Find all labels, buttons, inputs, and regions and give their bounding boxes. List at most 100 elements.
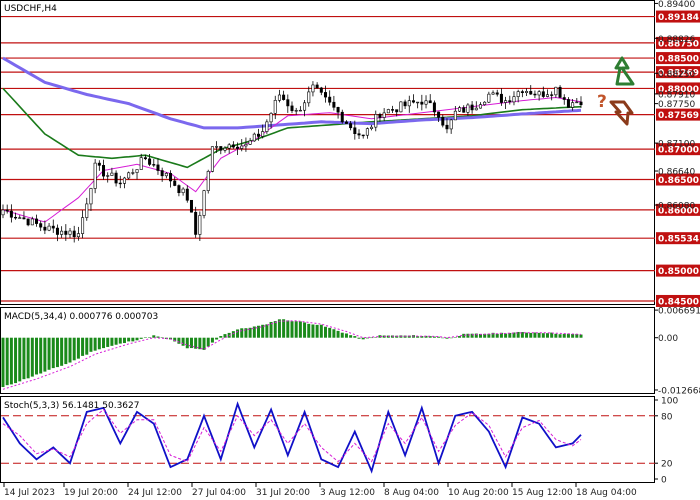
candle-body xyxy=(261,131,265,137)
macd-bar xyxy=(198,337,202,350)
candle-body xyxy=(156,164,160,171)
candle-body xyxy=(353,127,357,135)
time-tick-label: 15 Aug 12:00 xyxy=(512,488,573,498)
candle-body xyxy=(30,218,34,226)
candle-body xyxy=(336,107,340,113)
candle-body xyxy=(382,112,386,118)
candle-body xyxy=(35,218,39,224)
candle-body xyxy=(85,203,89,218)
candle-body xyxy=(529,91,533,95)
candle-body xyxy=(223,147,227,151)
candle-body xyxy=(198,215,202,235)
candle-body xyxy=(407,100,411,107)
price-tick-label: 0.86080 xyxy=(658,202,695,212)
macd-bar xyxy=(72,337,76,361)
price-tick-label: 0.88250 xyxy=(658,70,695,80)
candle-body xyxy=(340,111,344,123)
macd-tick-label: 0.006691 xyxy=(658,307,700,317)
macd-bar xyxy=(562,333,566,338)
candle-body xyxy=(303,102,307,111)
time-tick-label: 24 Jul 12:00 xyxy=(128,488,182,498)
candle-body xyxy=(550,94,554,96)
candle-body xyxy=(416,101,420,104)
candle-body xyxy=(152,164,156,166)
macd-bar xyxy=(495,333,499,338)
candle-body xyxy=(231,144,235,148)
price-axis: 0.891840.887500.885000.882690.880000.875… xyxy=(655,0,700,307)
candle-body xyxy=(5,209,9,212)
macd-bar xyxy=(307,323,311,338)
candle-body xyxy=(579,101,583,106)
candle-body xyxy=(215,146,219,148)
candle-body xyxy=(307,91,311,104)
candle-body xyxy=(51,225,55,229)
candle-body xyxy=(495,92,499,95)
candle-body xyxy=(449,119,453,130)
candle-body xyxy=(219,146,223,151)
macd-bar xyxy=(18,337,22,382)
candle-body xyxy=(60,230,64,235)
candle-body xyxy=(349,123,353,129)
macd-bar xyxy=(206,337,210,347)
candle-body xyxy=(18,217,22,219)
macd-bar xyxy=(30,337,34,377)
macd-bar xyxy=(344,333,348,338)
macd-bar xyxy=(277,319,281,338)
macd-bar xyxy=(189,337,193,349)
candle-body xyxy=(89,188,93,205)
macd-bar xyxy=(210,337,214,343)
stoch-lines xyxy=(2,401,582,474)
stoch-level-lines xyxy=(1,415,655,464)
macd-bar xyxy=(458,336,462,338)
macd-bar xyxy=(303,322,307,338)
candle-body xyxy=(131,172,135,174)
candle-body xyxy=(148,158,152,165)
macd-bar xyxy=(525,332,529,338)
candle-body xyxy=(332,101,336,108)
candle-body xyxy=(256,133,260,137)
macd-bar xyxy=(122,337,126,344)
candle-body xyxy=(93,162,97,189)
usdchf-chart: 0.891840.887500.885000.882690.880000.875… xyxy=(0,0,700,498)
time-tick-label: 27 Jul 04:00 xyxy=(192,488,246,498)
candle-body xyxy=(294,110,298,112)
macd-bar xyxy=(294,321,298,338)
price-panel-border xyxy=(0,0,655,305)
candle-body xyxy=(269,113,273,123)
macd-bar xyxy=(370,337,374,339)
price-tick-label: 0.87910 xyxy=(658,90,695,100)
macd-bar xyxy=(357,337,361,339)
macd-bar xyxy=(537,332,541,338)
candle-body xyxy=(97,162,101,166)
candle-body xyxy=(545,94,549,97)
candle-body xyxy=(571,102,575,108)
candle-body xyxy=(428,100,432,104)
candle-body xyxy=(76,233,80,238)
candle-body xyxy=(391,109,395,111)
candle-body xyxy=(395,109,399,113)
candle-body xyxy=(370,126,374,129)
candle-body xyxy=(315,84,319,89)
candle-body xyxy=(562,97,566,100)
candle-body xyxy=(344,121,348,124)
candle-body xyxy=(298,109,302,112)
level-label: 0.85534 xyxy=(658,235,699,245)
stoch-axis: 100 80 20 0 xyxy=(655,397,678,486)
level-label: 0.85000 xyxy=(658,267,699,277)
price-tick-label: 0.86640 xyxy=(658,168,695,178)
candle-body xyxy=(286,99,290,107)
candle-body xyxy=(466,104,470,113)
price-tick-label: 0.88826 xyxy=(658,35,695,45)
candle-body xyxy=(202,190,206,216)
candle-body xyxy=(319,87,323,93)
macd-bar xyxy=(35,337,39,375)
macd-bar xyxy=(311,324,315,338)
macd-bar xyxy=(110,337,114,346)
candle-body xyxy=(39,223,43,228)
macd-bar xyxy=(131,337,135,342)
candle-body xyxy=(554,86,558,96)
candle-body xyxy=(206,171,210,191)
macd-bar xyxy=(236,329,240,338)
price-tick-label: 0.89400 xyxy=(658,0,695,10)
macd-bar xyxy=(89,337,93,352)
